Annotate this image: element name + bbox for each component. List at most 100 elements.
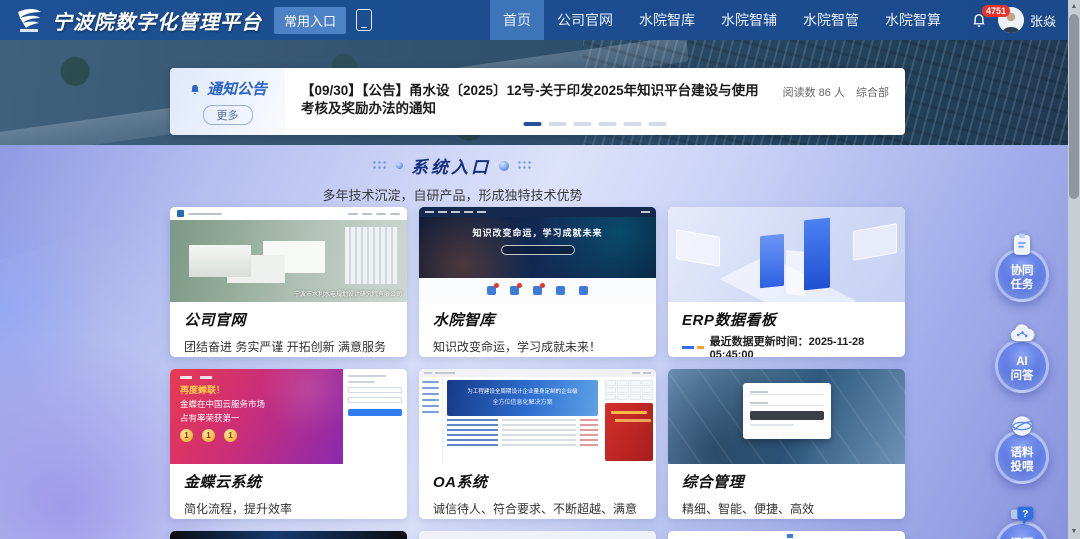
question-bubble-icon: ?: [990, 505, 1054, 529]
scroll-down-button[interactable]: ▼: [1068, 525, 1080, 539]
brand[interactable]: 宁波院数字化管理平台: [0, 6, 262, 35]
systems-header: 系统入口 多年技术沉淀，自研产品，形成独特技术优势: [0, 153, 905, 204]
card-title: OA系统: [433, 471, 642, 492]
top-header: 宁波院数字化管理平台 常用入口 首页 公司官网 水院智库 水院智辅 水院智管 水…: [0, 0, 1080, 40]
notice-left-panel: 通知公告 更多: [170, 68, 285, 135]
pagination-dot[interactable]: [624, 122, 642, 126]
systems-subtitle: 多年技术沉淀，自研产品，形成独特技术优势: [0, 185, 905, 204]
float-label-line: 问答: [1011, 370, 1034, 382]
notice-read-count: 阅读数 86 人: [783, 87, 845, 99]
app-screen: 宁波院数字化管理平台 常用入口 首页 公司官网 水院智库 水院智辅 水院智管 水…: [0, 0, 1080, 539]
card-title: 综合管理: [682, 471, 891, 492]
pagination-dot[interactable]: [599, 122, 617, 126]
nav-compute[interactable]: 水院智算: [872, 0, 954, 40]
knowledge-base-preview: 知识改变命运，学习成就未来: [419, 207, 656, 302]
nav-home[interactable]: 首页: [490, 0, 544, 40]
notice-section-title: 通知公告: [207, 78, 267, 99]
notice-meta: 阅读数 86 人 综合部: [775, 82, 889, 100]
nav-knowledge[interactable]: 水院智库: [626, 0, 708, 40]
main-nav: 首页 公司官网 水院智库 水院智辅 水院智管 水院智算 4751: [490, 0, 1080, 40]
card-partial[interactable]: [668, 531, 905, 539]
card-partial[interactable]: [170, 531, 407, 539]
float-label-line: AI: [1016, 356, 1028, 368]
oa-preview: 为工程建设全周期设计企业量身定制的企业级 全方位信息化解决方案: [419, 369, 656, 464]
card-description: 团结奋进 务实严谨 开拓创新 满意服务: [184, 338, 393, 355]
card-knowledge-base[interactable]: 知识改变命运，学习成就未来 水院智库 知识改变命运，学习成就未来！: [419, 207, 656, 357]
kb-banner-text: 知识改变命运，学习成就未来: [419, 226, 656, 239]
collab-tasks-button[interactable]: 协同 任务: [990, 232, 1054, 302]
card-partial[interactable]: [419, 531, 656, 539]
kb-search-bar: [501, 245, 575, 255]
pagination-dot[interactable]: [574, 122, 592, 126]
kingdee-banner-line2: 金蝶在中国云服务市场: [180, 398, 343, 410]
card-description: 诚信待人、符合要求、不断超越、满意服务: [433, 500, 642, 519]
card-company-site[interactable]: 宁波市水利水电规划设计研究院有限公司 公司官网 团结奋进 务实严谨 开拓创新 满…: [170, 207, 407, 357]
company-site-caption: 宁波市水利水电规划设计研究院有限公司: [294, 289, 402, 298]
card-title: 金蝶云系统: [184, 471, 393, 492]
card-erp-dashboard[interactable]: ERP数据看板 最近数据更新时间：2025-11-28 05:45:00 洞察经…: [668, 207, 905, 357]
card-description: 知识改变命运，学习成就未来！: [433, 338, 642, 355]
logo-icon: [14, 6, 44, 34]
nav-assist[interactable]: 水院智辅: [708, 0, 790, 40]
issue-collect-button[interactable]: ? 问题 收集: [990, 505, 1054, 539]
card-description: 精细、智能、便捷、高效: [682, 500, 891, 517]
card-kingdee-cloud[interactable]: 再度蝉联！ 金蝶在中国云服务市场 占有率荣获第一 111 金蝶云系统: [170, 369, 407, 519]
kingdee-banner-line1: 再度蝉联！: [180, 383, 343, 396]
dot-grid-decoration: [372, 160, 388, 171]
card-title: 水院智库: [433, 309, 642, 330]
float-label-line: 任务: [1011, 279, 1034, 291]
notice-board: 通知公告 更多 【09/30】【公告】甬水设〔2025〕12号-关于印发2025…: [170, 68, 905, 135]
notice-headline[interactable]: 【09/30】【公告】甬水设〔2025〕12号-关于印发2025年知识平台建设与…: [301, 82, 763, 117]
quick-entry-button[interactable]: 常用入口: [274, 7, 346, 34]
notice-pagination: [524, 122, 667, 126]
ai-cloud-icon: [990, 323, 1054, 347]
scroll-up-button[interactable]: ▲: [1068, 0, 1080, 14]
card-integrated-admin[interactable]: 综合管理 精细、智能、便捷、高效: [668, 369, 905, 519]
card-description: 简化流程，提升效率: [184, 500, 393, 517]
floating-toolbar: 协同 任务 AI 问答: [990, 232, 1054, 539]
systems-title: 系统入口: [411, 153, 491, 178]
announcement-bell-icon: [188, 82, 202, 96]
card-title: ERP数据看板: [682, 309, 891, 330]
float-label-line: 投喂: [1011, 461, 1034, 473]
admin-preview: [668, 369, 905, 464]
company-site-preview: 宁波市水利水电规划设计研究院有限公司: [170, 207, 407, 302]
notice-main: 【09/30】【公告】甬水设〔2025〕12号-关于印发2025年知识平台建设与…: [285, 68, 905, 135]
notifications[interactable]: 4751: [970, 11, 988, 29]
card-oa-system[interactable]: 为工程建设全周期设计企业量身定制的企业级 全方位信息化解决方案: [419, 369, 656, 519]
trend-line-icon: [682, 346, 704, 349]
card-title: 公司官网: [184, 309, 393, 330]
corpus-feed-button[interactable]: 语料 投喂: [990, 414, 1054, 484]
float-label-line: 协同: [1011, 265, 1034, 277]
scrollbar-thumb[interactable]: [1069, 14, 1079, 199]
notification-badge: 4751: [982, 5, 1010, 17]
main-content: 系统入口 多年技术沉淀，自研产品，形成独特技术优势: [0, 145, 1080, 539]
sphere-decoration: [499, 161, 509, 171]
kingdee-preview: 再度蝉联！ 金蝶在中国云服务市场 占有率荣获第一 111: [170, 369, 407, 464]
globe-icon: [990, 414, 1054, 438]
nav-manage[interactable]: 水院智管: [790, 0, 872, 40]
nav-company-site[interactable]: 公司官网: [544, 0, 626, 40]
question-glyph: ?: [1022, 509, 1028, 520]
ai-qa-button[interactable]: AI 问答: [990, 323, 1054, 393]
pagination-dot[interactable]: [549, 122, 567, 126]
vertical-scrollbar[interactable]: ▲ ▼: [1068, 0, 1080, 539]
system-card-grid: 宁波市水利水电规划设计研究院有限公司 公司官网 团结奋进 务实严谨 开拓创新 满…: [170, 207, 905, 539]
erp-preview: [668, 207, 905, 302]
kingdee-banner-line3: 占有率荣获第一: [180, 412, 343, 424]
pagination-dot[interactable]: [524, 122, 542, 126]
admin-login-form: [743, 383, 831, 439]
erp-update-time-row: 最近数据更新时间：2025-11-28 05:45:00: [682, 333, 891, 357]
notice-more-button[interactable]: 更多: [203, 105, 253, 125]
notice-department: 综合部: [856, 87, 889, 99]
kingdee-login-panel: [343, 369, 407, 464]
float-label-line: 语料: [1011, 447, 1034, 459]
username: 张焱: [1030, 11, 1056, 30]
pagination-dot[interactable]: [649, 122, 667, 126]
app-title: 宁波院数字化管理平台: [52, 6, 262, 35]
oa-banner-line1: 为工程建设全周期设计企业量身定制的企业级: [453, 386, 592, 394]
notice-item[interactable]: 【09/30】【公告】甬水设〔2025〕12号-关于印发2025年知识平台建设与…: [301, 82, 889, 117]
mobile-phone-icon[interactable]: [356, 9, 372, 31]
clipboard-icon: [990, 232, 1054, 256]
sphere-decoration: [396, 162, 403, 169]
